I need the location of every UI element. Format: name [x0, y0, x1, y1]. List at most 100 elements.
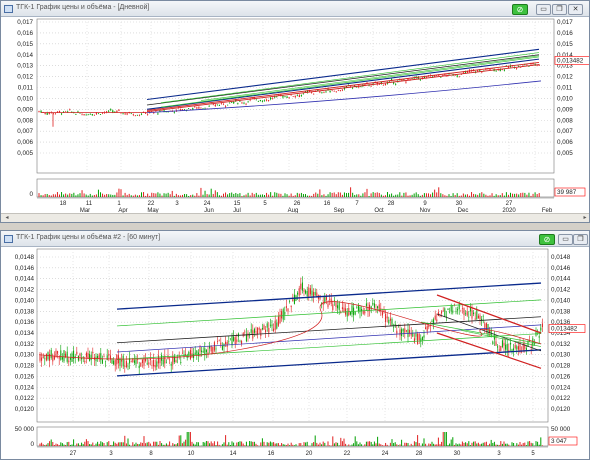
candle-body	[471, 309, 473, 319]
volume-bar	[261, 438, 263, 446]
candle-body	[365, 303, 367, 307]
candle-body	[479, 315, 481, 320]
volume-bar	[40, 195, 42, 197]
volume-bar	[173, 444, 175, 446]
candle-body	[130, 361, 132, 362]
volume-axis-label: 0	[30, 441, 34, 448]
volume-bar	[165, 193, 167, 197]
volume-bar	[118, 188, 120, 197]
horizontal-scrollbar[interactable]: ◂ ▸	[1, 213, 589, 222]
volume-bar	[477, 194, 479, 197]
volume-bar	[483, 193, 485, 197]
volume-bar	[477, 442, 479, 446]
candle-body	[499, 69, 501, 72]
candle-body	[134, 115, 136, 117]
maximize-button[interactable]: ❐	[573, 234, 588, 245]
minimize-button[interactable]: ▭	[558, 234, 573, 245]
day-tick-label: 27	[506, 201, 513, 207]
volume-bar	[133, 444, 135, 446]
chart-window-icon	[4, 235, 13, 243]
price-axis-right-label: 0,015	[557, 41, 573, 48]
volume-pane[interactable]	[36, 178, 555, 198]
price-axis-right-label: 0,0142	[551, 287, 571, 294]
candle-body	[341, 89, 343, 91]
day-tick-label: 22	[148, 201, 155, 207]
volume-bar	[60, 442, 62, 446]
candle-body	[54, 113, 56, 115]
candle-body	[229, 102, 231, 104]
volume-bar	[159, 441, 161, 446]
volume-bar	[200, 187, 202, 197]
minimize-button[interactable]: ▭	[536, 4, 551, 15]
volume-bar	[210, 441, 212, 446]
volume-bar	[61, 443, 63, 446]
volume-bar	[204, 190, 206, 197]
volume-bar	[479, 193, 481, 197]
volume-bar	[525, 445, 527, 446]
candle-body	[434, 315, 436, 320]
candle-body	[463, 308, 465, 316]
volume-bar	[68, 441, 70, 446]
volume-bar	[487, 195, 489, 197]
title-bar[interactable]: ТГК-1 График цены и объёма - [Дневной] ⊘…	[1, 1, 589, 17]
candle-body	[229, 338, 231, 340]
volume-bar	[324, 442, 326, 446]
candle-body	[445, 316, 447, 317]
volume-bar	[247, 192, 249, 197]
candle-body	[216, 104, 218, 106]
candle-body	[300, 95, 302, 97]
candle-body	[247, 101, 249, 103]
candle-body	[339, 90, 341, 92]
candle-body	[370, 85, 372, 87]
close-button[interactable]: ✕	[568, 4, 583, 15]
volume-bar	[93, 194, 95, 197]
scroll-left-icon[interactable]: ◂	[3, 215, 11, 221]
price-axis-right-label: 0,0140	[551, 297, 571, 304]
link-button[interactable]: ⊘	[512, 4, 528, 15]
volume-bar	[63, 194, 65, 197]
volume-bar	[325, 195, 327, 197]
daily-chart[interactable]: 0,017 0,016 0,015 0,014 0,013 0,012 0,011 0,010…	[1, 17, 590, 215]
volume-bar	[122, 442, 124, 446]
volume-bar	[528, 192, 530, 197]
volume-bar	[272, 195, 274, 197]
volume-bar	[218, 444, 220, 446]
candle-body	[188, 108, 190, 109]
volume-bar	[366, 188, 368, 197]
candle-body	[167, 355, 169, 359]
volume-bar	[401, 195, 403, 197]
title-bar[interactable]: ТГК-1 График цены и объёма #2 - [60 мину…	[1, 231, 589, 247]
volume-bar	[42, 444, 44, 446]
hourly-chart[interactable]: 0,0148 0,0146 0,0144 0,0142 0,0140 0,0138 0,01…	[1, 247, 590, 460]
candle-body	[181, 109, 184, 110]
link-button[interactable]: ⊘	[539, 234, 555, 245]
volume-bar	[464, 194, 466, 197]
scroll-right-icon[interactable]: ▸	[581, 215, 589, 221]
candle-body	[450, 306, 452, 312]
candle-body	[63, 111, 65, 113]
candle-body	[521, 351, 523, 353]
candle-body	[386, 316, 388, 319]
chart-window-daily[interactable]: ТГК-1 График цены и объёма - [Дневной] ⊘…	[0, 0, 590, 223]
volume-bar	[339, 192, 341, 197]
volume-bar	[122, 195, 124, 197]
volume-bar	[233, 193, 235, 197]
candle-body	[495, 70, 497, 72]
volume-bar	[58, 445, 60, 446]
volume-bar	[442, 194, 444, 197]
volume-bar	[293, 445, 295, 446]
maximize-button[interactable]: ❐	[552, 4, 567, 15]
candle-body	[126, 113, 128, 115]
candle-body	[509, 342, 511, 345]
candle-body	[135, 359, 137, 365]
volume-bar	[157, 444, 159, 446]
volume-bar	[81, 190, 83, 197]
candle-body	[442, 75, 444, 76]
volume-bar	[119, 442, 121, 446]
volume-bar	[462, 193, 464, 197]
volume-bar	[305, 194, 306, 197]
candle-body	[281, 311, 283, 319]
chart-window-hourly[interactable]: ТГК-1 График цены и объёма #2 - [60 мину…	[0, 230, 590, 460]
price-axis-right-label: 0,009	[557, 106, 573, 113]
volume-bar	[338, 445, 340, 446]
